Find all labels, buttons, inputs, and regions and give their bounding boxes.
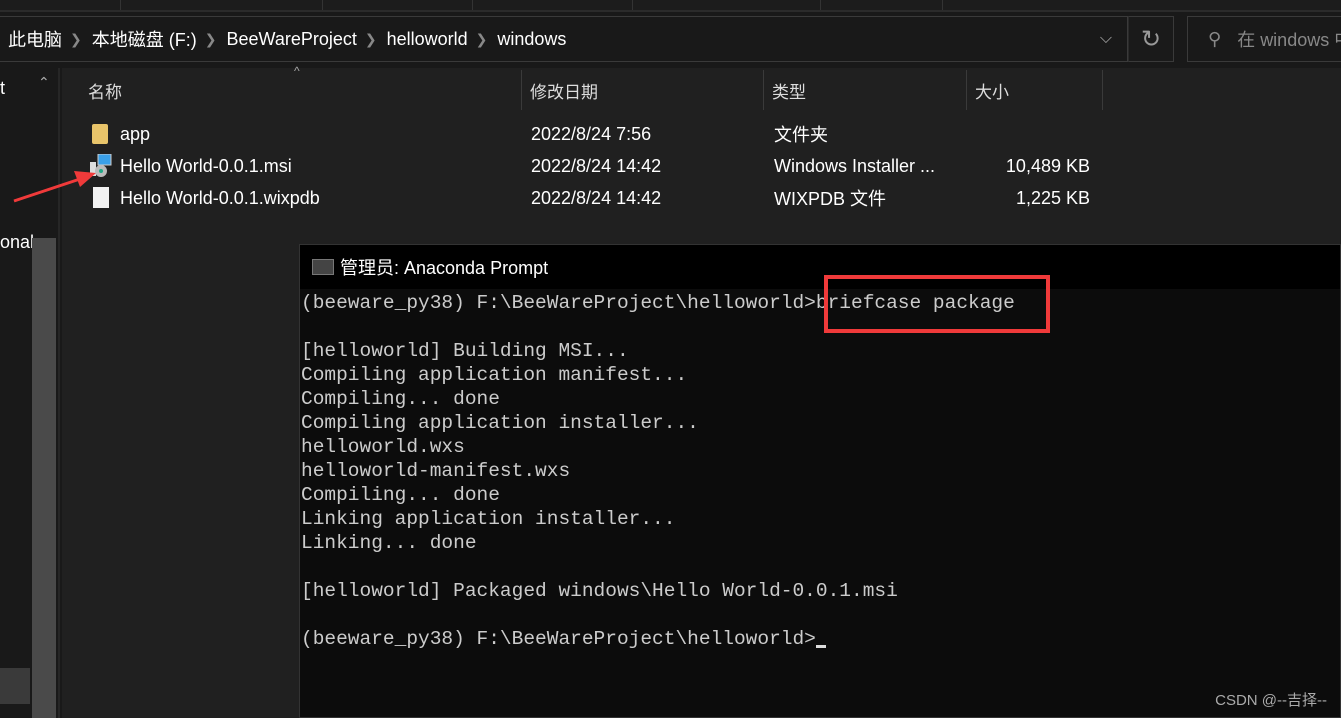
terminal-line: helloworld-manifest.wxs [301,460,571,482]
highlight-box-annotation [824,275,1050,333]
search-placeholder: 在 windows 中搜索 [1237,30,1341,50]
refresh-icon: ↻ [1140,25,1162,53]
refresh-button[interactable]: ↻ [1128,16,1174,62]
terminal-line: Compiling application installer... [301,412,699,434]
terminal-line: Compiling application manifest... [301,364,688,386]
file-name: Hello World-0.0.1.msi [120,155,292,176]
column-header-date[interactable]: 修改日期 [522,70,764,110]
column-label: 大小 [975,82,1009,102]
terminal-icon [312,259,334,275]
red-arrow-annotation [13,171,96,203]
terminal-line: [helloworld] Packaged windows\Hello Worl… [301,580,898,602]
file-name: app [120,123,151,144]
file-name: Hello World-0.0.1.wixpdb [120,187,320,208]
column-header-type[interactable]: 类型 [764,70,967,110]
file-date: 2022/8/24 14:42 [531,187,662,208]
chevron-right-icon[interactable]: ❯ [68,31,84,48]
prompt-text: (beeware_py38) F:\BeeWareProject\hellowo… [301,292,816,314]
column-label: 类型 [772,82,806,102]
terminal-line: Linking... done [301,532,477,554]
cursor [815,645,826,648]
file-row[interactable]: Hello World-0.0.1.msi 2022/8/24 14:42 Wi… [80,150,1120,182]
file-row[interactable]: app 2022/8/24 7:56 文件夹 [80,118,1120,150]
breadcrumb-item[interactable]: BeeWareProject [218,29,362,50]
search-icon: ⚲ [1208,28,1222,49]
chevron-down-icon[interactable]: ⌵ [1088,22,1124,56]
nav-item-partial[interactable]: onal [0,232,34,253]
breadcrumb-item[interactable]: 此电脑 [0,26,68,52]
terminal-window[interactable]: 管理员: Anaconda Prompt (beeware_py38) F:\B… [299,244,1341,718]
prompt-text: (beeware_py38) F:\BeeWareProject\hellowo… [301,628,816,650]
terminal-title: 管理员: Anaconda Prompt [340,258,549,278]
terminal-title-bar[interactable]: 管理员: Anaconda Prompt [300,245,1340,289]
scroll-up-icon[interactable]: ⌃ [38,74,50,91]
watermark: CSDN @--吉择-- [1215,692,1327,709]
breadcrumb-item[interactable]: windows [489,29,572,50]
nav-selected-item[interactable] [0,668,30,704]
terminal-line: Linking application installer... [301,508,676,530]
file-size: 10,489 KB [1005,155,1090,176]
terminal-line: helloworld.wxs [301,436,465,458]
breadcrumb-item[interactable]: helloworld [379,29,474,50]
file-type: WIXPDB 文件 [774,189,887,209]
terminal-line: (beeware_py38) F:\BeeWareProject\hellowo… [301,291,1340,315]
nav-item-partial[interactable]: t [0,78,5,99]
terminal-line: [helloworld] Building MSI... [301,340,629,362]
column-label: 修改日期 [530,82,598,102]
ribbon-strip [0,0,1341,12]
breadcrumb-item[interactable]: 本地磁盘 (F:) [84,26,203,52]
file-type: 文件夹 [774,125,828,145]
chevron-right-icon[interactable]: ❯ [363,31,379,48]
terminal-line: Compiling... done [301,484,500,506]
file-date: 2022/8/24 7:56 [531,123,652,144]
terminal-line: Compiling... done [301,388,500,410]
search-input[interactable]: ⚲ 在 windows 中搜索 [1187,16,1341,62]
file-size: 1,225 KB [1015,187,1090,208]
column-header-size[interactable]: 大小 [967,70,1103,110]
terminal-output[interactable]: (beeware_py38) F:\BeeWareProject\hellowo… [300,291,1340,717]
file-date: 2022/8/24 14:42 [531,155,662,176]
column-label: 名称 [88,82,122,102]
address-bar[interactable]: 此电脑 ❯ 本地磁盘 (F:) ❯ BeeWareProject ❯ hellowor… [0,16,1128,62]
file-row[interactable]: Hello World-0.0.1.wixpdb 2022/8/24 14:42… [80,182,1120,214]
nav-scrollbar[interactable] [32,238,56,718]
chevron-right-icon[interactable]: ❯ [203,31,219,48]
terminal-line: (beeware_py38) F:\BeeWareProject\hellowo… [301,627,1340,651]
column-header-name[interactable]: 名称 [80,70,522,110]
file-type: Windows Installer ... [774,155,936,176]
folder-icon [92,124,108,144]
chevron-right-icon[interactable]: ❯ [474,31,490,48]
